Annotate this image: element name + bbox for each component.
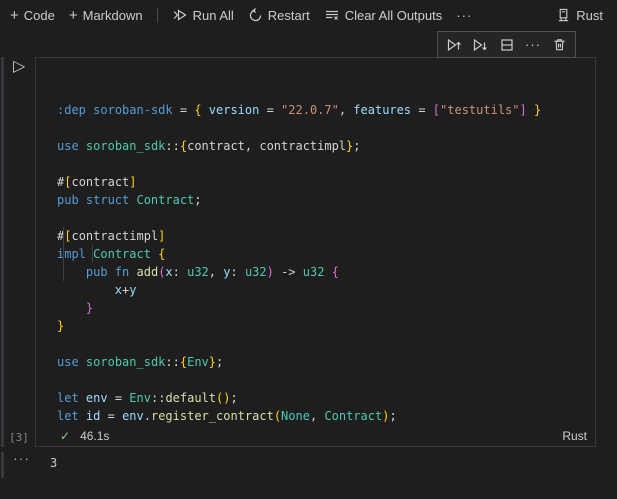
run-all-button[interactable]: Run All (172, 7, 234, 23)
indent-guide (63, 227, 64, 281)
cell-hover-toolbar: ··· (437, 31, 576, 58)
clear-all-outputs-button[interactable]: Clear All Outputs (324, 7, 443, 23)
code-line: x+y (114, 283, 137, 297)
execution-duration: 46.1s (80, 429, 110, 443)
plus-icon: + (68, 6, 78, 24)
restart-label: Restart (267, 7, 310, 23)
execution-count: [3] (9, 431, 29, 444)
run-all-icon (172, 7, 188, 23)
kernel-icon (556, 8, 571, 23)
output-collapse-button[interactable]: ··· (13, 450, 30, 466)
code-editor[interactable]: :dep soroban-sdk = { version = "22.0.7",… (36, 58, 595, 428)
code-line: pub fn add(x: u32, y: u32) -> u32 { (85, 265, 339, 279)
restart-icon (248, 7, 263, 23)
delete-cell-button[interactable] (549, 34, 571, 56)
add-markdown-label: Markdown (82, 7, 143, 23)
notebook-toolbar: + Code + Markdown Run All Restart Clear … (0, 0, 617, 30)
output-focus-indicator (1, 452, 4, 478)
kernel-picker-button[interactable]: Rust (556, 8, 603, 23)
code-line: } (57, 319, 65, 333)
cell-focus-indicator[interactable] (1, 57, 4, 447)
kernel-label: Rust (576, 7, 603, 23)
toolbar-divider (156, 7, 158, 23)
run-above-icon (447, 38, 461, 51)
code-line: } (85, 301, 94, 315)
run-below-icon (473, 38, 487, 51)
trash-icon (554, 39, 565, 51)
execute-above-button[interactable] (443, 34, 465, 56)
code-cell: :dep soroban-sdk = { version = "22.0.7",… (35, 57, 596, 447)
split-cell-button[interactable] (496, 34, 518, 56)
add-markdown-cell-button[interactable]: + Markdown (69, 8, 143, 23)
add-code-label: Code (23, 7, 55, 23)
execute-below-button[interactable] (469, 34, 491, 56)
cell-language-picker[interactable]: Rust (562, 429, 587, 443)
split-cell-icon (500, 38, 513, 51)
indent-guide (92, 245, 93, 263)
code-line: #[contractimpl] (57, 229, 166, 243)
code-line: let env = Env::default(); (57, 391, 238, 405)
add-code-cell-button[interactable]: + Code (10, 8, 55, 23)
output-value: 3 (50, 456, 58, 470)
code-line: impl Contract { (57, 247, 166, 261)
code-lines: :dep soroban-sdk = { version = "22.0.7",… (57, 101, 595, 428)
restart-kernel-button[interactable]: Restart (248, 8, 310, 23)
clear-all-outputs-label: Clear All Outputs (344, 7, 443, 23)
run-all-label: Run All (192, 7, 234, 23)
plus-icon: + (10, 6, 19, 24)
success-check-icon: ✓ (60, 429, 71, 443)
code-line: #[contract] (57, 175, 137, 189)
clear-all-outputs-icon (324, 7, 340, 23)
run-cell-button[interactable]: ▷ (13, 58, 25, 74)
toolbar-more-actions-button[interactable]: ··· (456, 8, 472, 23)
cell-status-bar: ✓ 46.1s Rust (36, 426, 595, 446)
cell-more-actions-button[interactable]: ··· (522, 34, 544, 56)
code-line: :dep soroban-sdk = { version = "22.0.7",… (57, 103, 542, 117)
code-line: pub struct Contract; (57, 193, 202, 207)
code-line: use soroban_sdk::{contract, contractimpl… (57, 139, 361, 153)
code-line: use soroban_sdk::{Env}; (57, 355, 224, 369)
code-line: let id = env.register_contract(None, Con… (57, 409, 397, 423)
